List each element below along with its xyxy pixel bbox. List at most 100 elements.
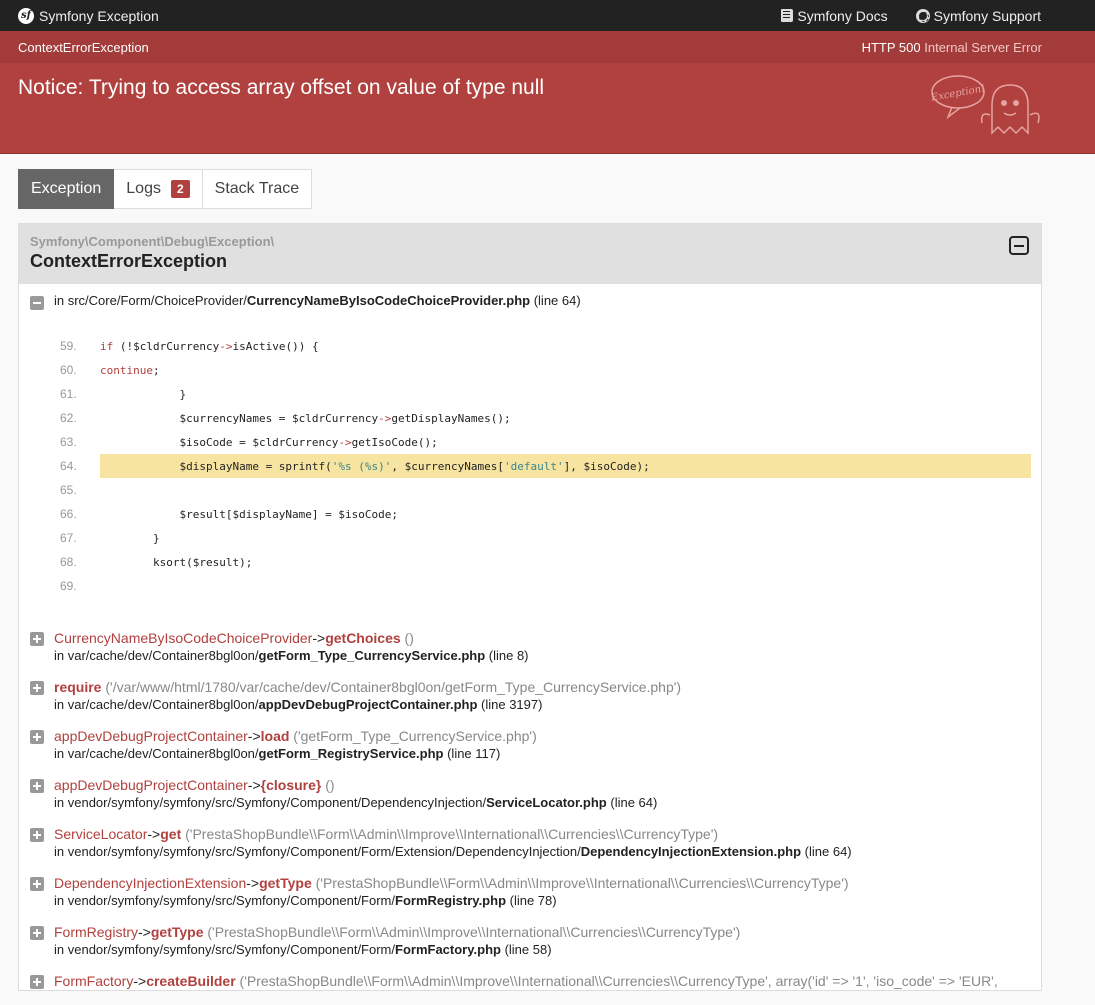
call-function[interactable]: get: [160, 826, 181, 842]
call-function[interactable]: require: [54, 679, 101, 695]
line-number: 59.: [60, 339, 77, 353]
call-function[interactable]: createBuilder: [146, 973, 235, 989]
expand-frame-icon[interactable]: [30, 779, 44, 793]
call-function[interactable]: getType: [259, 875, 312, 891]
call-frame: DependencyInjectionExtension->getType ('…: [30, 861, 1031, 910]
call-frame: require ('/var/www/html/1780/var/cache/d…: [30, 665, 1031, 714]
line-source: $currencyNames = $cldrCurrency -> getDispl…: [100, 411, 511, 425]
line-number: 66.: [60, 507, 77, 521]
status-code: HTTP 500: [861, 39, 921, 55]
call-function[interactable]: {closure}: [261, 777, 322, 793]
expand-frame-icon[interactable]: [30, 926, 44, 940]
call-class[interactable]: FormRegistry: [54, 924, 138, 940]
call-class[interactable]: DependencyInjectionExtension: [54, 875, 246, 891]
call-location-file: ServiceLocator.php: [486, 795, 607, 810]
call-location: in vendor/symfony/symfony/src/Symfony/Co…: [54, 941, 740, 959]
call-function[interactable]: load: [261, 728, 290, 744]
line-source: }: [100, 387, 187, 401]
tab-exception[interactable]: Exception: [18, 169, 115, 209]
code-line: 60. continue;: [59, 358, 1031, 382]
call-frame: appDevDebugProjectContainer->load ('getF…: [30, 714, 1031, 763]
line-source: continue;: [100, 363, 160, 377]
call-args: ('getForm_Type_CurrencyService.php'): [289, 728, 537, 744]
call-class[interactable]: appDevDebugProjectContainer: [54, 777, 248, 793]
call-args: ('PrestaShopBundle\\Form\\Admin\\Improve…: [203, 924, 741, 940]
line-source: $result[$displayName] = $isoCode;: [100, 507, 399, 521]
call-args: ('PrestaShopBundle\\Form\\Admin\\Improve…: [181, 826, 719, 842]
line-source: [100, 478, 1031, 502]
call-location-line: (line 78): [506, 893, 557, 908]
call-body: FormRegistry->getType ('PrestaShopBundle…: [54, 923, 740, 959]
line-number: 63.: [60, 435, 77, 449]
call-function[interactable]: getChoices: [325, 630, 400, 646]
call-signature: FormRegistry->getType ('PrestaShopBundle…: [54, 923, 740, 941]
call-args: ('PrestaShopBundle\\Form\\Admin\\Improve…: [311, 875, 849, 891]
tab-logs-label: Logs: [126, 180, 161, 197]
trace-header[interactable]: Symfony\Component\Debug\Exception\ Conte…: [19, 224, 1041, 284]
expand-frame-icon[interactable]: [30, 632, 44, 646]
call-location-file: appDevDebugProjectContainer.php: [258, 697, 478, 712]
symfony-support-link[interactable]: Symfony Support: [915, 8, 1041, 24]
call-class[interactable]: CurrencyNameByIsoCodeChoiceProvider: [54, 630, 312, 646]
collapse-frame-icon[interactable]: [30, 296, 44, 310]
symfony-logo-icon: sf: [18, 7, 34, 24]
collapse-icon[interactable]: [1009, 236, 1029, 255]
line-number: 69.: [60, 579, 77, 593]
call-body: DependencyInjectionExtension->getType ('…: [54, 874, 849, 910]
code-snippet: 59. if (!$cldrCurrency -> isActive()) {60.…: [59, 334, 1031, 598]
call-frame: FormFactory->createBuilder ('PrestaShopB…: [30, 959, 1031, 990]
expand-frame-icon[interactable]: [30, 681, 44, 695]
call-args: (): [321, 777, 335, 793]
line-number: 65.: [60, 483, 77, 497]
expand-frame-icon[interactable]: [30, 877, 44, 891]
code-line: 59. if (!$cldrCurrency -> isActive()) {: [59, 334, 1031, 358]
call-location: in var/cache/dev/Container8bgl0on/getFor…: [54, 647, 529, 665]
call-location-prefix: in var/cache/dev/Container8bgl0on/: [54, 697, 259, 712]
call-signature: appDevDebugProjectContainer->load ('getF…: [54, 727, 537, 745]
call-frame: appDevDebugProjectContainer->{closure} (…: [30, 763, 1031, 812]
trace-panel: Symfony\Component\Debug\Exception\ Conte…: [18, 223, 1042, 991]
call-location-file: FormFactory.php: [395, 942, 501, 957]
call-location: in vendor/symfony/symfony/src/Symfony/Co…: [54, 892, 849, 910]
call-signature: FormFactory->createBuilder ('PrestaShopB…: [54, 972, 998, 990]
line-number: 61.: [60, 387, 77, 401]
code-line-highlighted: 64. $displayName = sprintf('%s (%s)', $c…: [59, 454, 1031, 478]
expand-frame-icon[interactable]: [30, 975, 44, 989]
line-number: 68.: [60, 555, 77, 569]
code-line: 61. }: [59, 382, 1031, 406]
call-args: (): [400, 630, 414, 646]
call-arrow: ->: [138, 924, 151, 940]
status-text: Internal Server Error: [924, 39, 1042, 55]
call-arrow: ->: [247, 728, 261, 744]
book-icon: [781, 9, 794, 22]
expand-frame-icon[interactable]: [30, 828, 44, 842]
brand-label: Symfony Exception: [39, 7, 159, 24]
call-args: ('PrestaShopBundle\\Form\\Admin\\Improve…: [235, 973, 998, 989]
call-arrow: ->: [133, 973, 147, 989]
tab-stack-trace[interactable]: Stack Trace: [202, 169, 313, 209]
brand[interactable]: sf Symfony Exception: [18, 7, 159, 24]
call-signature: appDevDebugProjectContainer->{closure} (…: [54, 776, 657, 794]
call-location-file: getForm_Type_CurrencyService.php: [258, 648, 486, 663]
call-arrow: ->: [147, 826, 161, 842]
call-location-prefix: in var/cache/dev/Container8bgl0on/: [54, 648, 259, 663]
symfony-docs-link[interactable]: Symfony Docs: [781, 8, 888, 24]
call-signature: ServiceLocator->get ('PrestaShopBundle\\…: [54, 825, 852, 843]
location-file: CurrencyNameByIsoCodeChoiceProvider.php: [246, 293, 531, 308]
exception-class-name: ContextErrorException: [18, 39, 149, 55]
logs-count-badge: 2: [170, 180, 190, 198]
call-location-prefix: in var/cache/dev/Container8bgl0on/: [54, 746, 259, 761]
expand-frame-icon[interactable]: [30, 730, 44, 744]
tab-logs[interactable]: Logs 2: [114, 169, 203, 209]
top-bar: sf Symfony Exception Symfony Docs Symfon…: [0, 0, 1095, 31]
call-location-line: (line 3197): [477, 697, 543, 712]
call-location: in var/cache/dev/Container8bgl0on/appDev…: [54, 696, 681, 714]
call-class[interactable]: FormFactory: [54, 973, 133, 989]
call-class[interactable]: appDevDebugProjectContainer: [54, 728, 248, 744]
line-number: 60.: [60, 363, 77, 377]
call-class[interactable]: ServiceLocator: [54, 826, 147, 842]
code-line: 65.: [59, 478, 1031, 502]
frame-location-text: in src/Core/Form/ChoiceProvider/Currency…: [54, 293, 581, 308]
call-function[interactable]: getType: [151, 924, 204, 940]
call-location-file: DependencyInjectionExtension.php: [580, 844, 802, 859]
